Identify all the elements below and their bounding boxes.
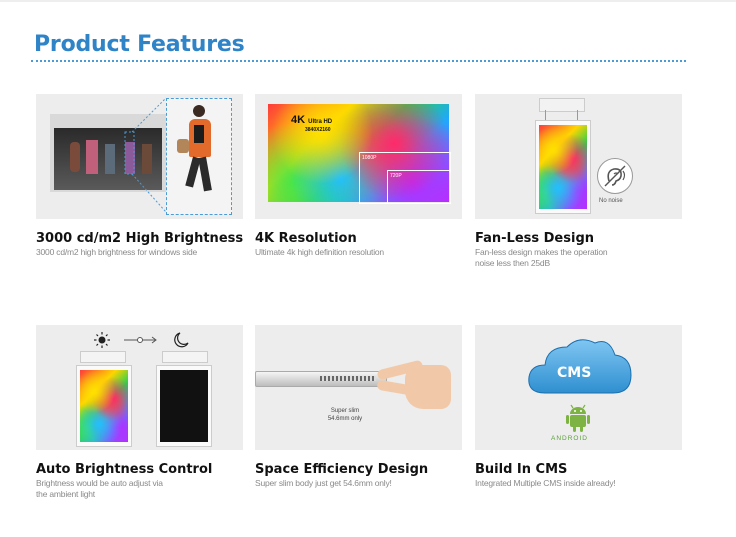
hand-image <box>371 355 451 415</box>
android-icon <box>566 404 590 432</box>
thickness-label: 54.6mm only <box>327 416 363 422</box>
feature-description: 3000 cd/m2 high brightness for windows s… <box>36 247 198 257</box>
label-4k: 4K <box>291 114 306 126</box>
feature-description: Super slim body just get 54.6mm only! <box>255 478 392 488</box>
page-title: Product Features <box>34 32 245 57</box>
frame-720p: 720P <box>387 170 451 204</box>
feature-title: Auto Brightness Control <box>36 462 213 477</box>
feature-title: 3000 cd/m2 High Brightness <box>36 231 244 246</box>
display-bright <box>76 365 132 447</box>
android-label: ANDROID <box>551 435 588 442</box>
feature-image-slim: Super slim 54.6mm only <box>255 325 462 450</box>
arrow-icon <box>124 336 157 344</box>
feature-title: 4K Resolution <box>255 231 357 246</box>
cms-label: CMS <box>557 365 592 381</box>
display-frame <box>535 120 591 214</box>
sun-to-moon-icons <box>94 332 189 348</box>
feature-image-cms: CMS ANDROID <box>475 325 682 450</box>
feature-title: Fan-Less Design <box>475 231 595 246</box>
moon-icon <box>174 332 189 348</box>
no-noise-label: No noise <box>599 198 623 204</box>
sun-icon <box>94 332 110 348</box>
feature-image-fanless: No noise <box>475 94 682 219</box>
slim-device-image <box>255 371 387 387</box>
slim-label: Super slim <box>330 408 360 414</box>
feature-title: Build In CMS <box>475 462 568 477</box>
feature-title: Space Efficiency Design <box>255 462 429 477</box>
feature-description: Integrated Multiple CMS inside already! <box>475 478 616 488</box>
no-noise-icon <box>597 158 633 194</box>
feature-description: Fan-less design makes the operation nois… <box>475 247 608 268</box>
label-resolution: 3840X2160 <box>305 127 331 133</box>
zoom-person-image <box>166 98 232 215</box>
label-ultra-hd: Ultra HD <box>308 119 333 125</box>
feature-image-auto-brightness <box>36 325 243 450</box>
product-features-page: Product Features 3000 cd/m2 High Brightn… <box>0 0 736 537</box>
dotted-divider <box>31 60 686 62</box>
display-dark <box>156 365 212 447</box>
feature-image-4k: 4K Ultra HD 3840X2160 1080P 720P <box>255 94 462 219</box>
feature-image-brightness <box>36 94 243 219</box>
feature-description: Brightness would be auto adjust via the … <box>36 478 163 499</box>
feature-description: Ultimate 4k high definition resolution <box>255 247 384 257</box>
top-rule <box>0 0 736 2</box>
